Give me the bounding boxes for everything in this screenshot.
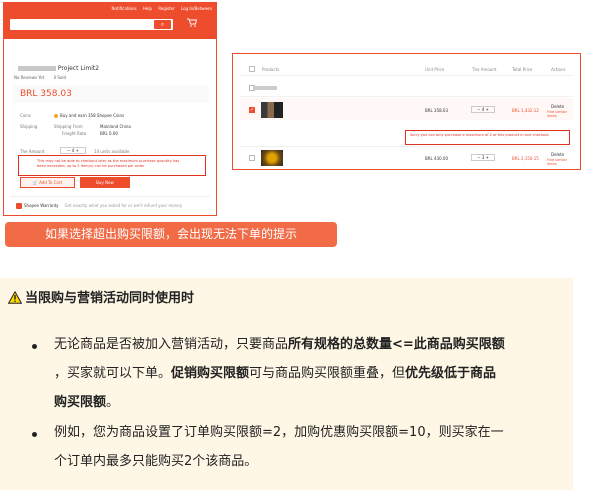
col-products: Products (262, 67, 280, 72)
nav-register[interactable]: Register (158, 6, 174, 11)
nav-help[interactable]: Help (143, 6, 152, 11)
redacted-shop-name (253, 86, 277, 90)
add-to-cart-button[interactable]: 🛒 Add To Cart (20, 177, 75, 188)
sold-count: 0 Sold (53, 75, 67, 80)
quantity-stepper[interactable]: − 4 + (60, 147, 86, 154)
row1-find-similar[interactable]: Find similar items (547, 110, 571, 118)
notice-paragraph-2-line-1: 例如，您为商品设置了订单购买限额=2，加购优惠购买限额=10，则买家在一 (54, 425, 504, 440)
product-price: BRL 358.03 (20, 89, 72, 99)
purchase-limit-error: This may not be able to checkout later a… (18, 155, 206, 176)
notice-paragraph-2-line-2: 个订单内最多只能购买2个该商品。 (54, 454, 258, 469)
bullet-1 (32, 344, 37, 349)
cart-limit-error: Sorry you can only purchase a maximum of… (405, 130, 570, 145)
caption-banner: 如果选择超出购买限额，会出现无法下单的提示 (5, 222, 337, 247)
product-thumbnail (261, 102, 283, 118)
product-meta: No Reviews Yet 0 Sold (14, 75, 74, 80)
nav-notifications[interactable]: Notifications (112, 6, 137, 11)
freight-label: Freight Rate (62, 131, 87, 136)
select-all-checkbox[interactable] (249, 66, 255, 72)
shipping-label: Shipping (20, 124, 38, 129)
divider (10, 196, 210, 197)
coin-icon (54, 114, 58, 118)
cart-page-screenshot: Products Unit Price The Amount Total Pri… (232, 53, 581, 170)
search-button[interactable]: ⌕ (154, 20, 171, 29)
product-page-screenshot: Notifications Help Register Log In/Betwe… (3, 2, 217, 216)
product-title: Project Limit2 (18, 65, 99, 72)
available-units: 14 units available (94, 149, 130, 154)
col-amount: The Amount (472, 67, 497, 72)
notice-title: 当限购与营销活动同时使用时 (8, 287, 194, 306)
top-nav: Notifications Help Register Log In/Betwe… (107, 6, 212, 11)
col-unit-price: Unit Price (425, 67, 445, 72)
reviews-count: No Reviews Yet (14, 75, 45, 80)
row1-checkbox[interactable]: ✓ (249, 107, 255, 113)
bullet-2 (32, 432, 37, 437)
notice-paragraph-1-line-2: ，买家就可以下单。促销购买限额可与商品购买限额重叠，但优先级低于商品 (54, 366, 497, 381)
row1-total: BRL 1,432.12 (512, 108, 539, 113)
row2-total: BRL 2,150.15 (512, 156, 539, 161)
row2-checkbox[interactable] (249, 155, 255, 161)
row1-delete[interactable]: Delete (551, 104, 564, 109)
warning-icon (8, 291, 22, 304)
buy-now-button[interactable]: Buy Now (80, 177, 130, 188)
divider (240, 146, 573, 147)
row1-unit-price: BRL 358.03 (425, 108, 449, 113)
cart-icon[interactable] (187, 18, 198, 30)
search-input[interactable] (10, 19, 173, 30)
row2-quantity-stepper[interactable]: − 3 + (471, 154, 495, 161)
col-total: Total Price (512, 67, 533, 72)
amount-label: The Amount (20, 149, 45, 154)
price-box: BRL 358.03 (14, 85, 209, 103)
row2-delete[interactable]: Delete (551, 152, 564, 157)
coins-value: Buy and earn 358 Shopee Coins (54, 113, 124, 118)
freight-value[interactable]: BRL 0.00 (100, 131, 118, 136)
guarantee-row: Shopee Warranty Get exactly what you aske… (16, 203, 182, 209)
row2-find-similar[interactable]: Find similar items (547, 158, 571, 166)
shipping-from-label: Shipping From (54, 124, 83, 129)
notice-box: 当限购与营销活动同时使用时 无论商品是否被加入营销活动，只要商品所有规格的总数量… (0, 278, 573, 490)
coins-label: Coins (20, 113, 31, 118)
shop-row (240, 81, 573, 97)
row2-unit-price: BRL 430.00 (425, 156, 449, 161)
product-thumbnail (261, 150, 283, 166)
notice-paragraph-1-line-3: 购买限额。 (54, 395, 120, 410)
row1-quantity-stepper[interactable]: − 4 + (471, 106, 495, 113)
redacted-text (18, 66, 56, 71)
nav-login[interactable]: Log In/Between (181, 6, 212, 11)
shipping-from-value: Mainland China (100, 124, 131, 129)
shield-icon (16, 203, 22, 209)
notice-paragraph-1-line-1: 无论商品是否被加入营销活动，只要商品所有规格的总数量<=此商品购买限额 (54, 337, 505, 352)
col-actions: Actions (551, 67, 566, 72)
